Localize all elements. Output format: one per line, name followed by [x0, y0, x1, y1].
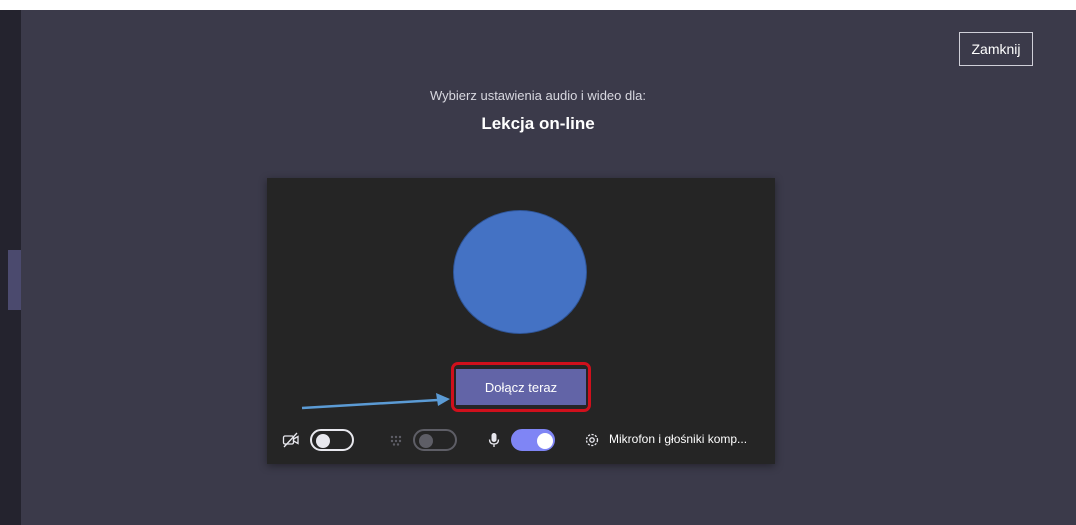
background-effects-icon	[390, 435, 402, 446]
camera-toggle[interactable]	[310, 429, 354, 451]
microphone-toggle-knob	[537, 433, 553, 449]
annotation-arrow-icon	[301, 393, 450, 410]
camera-toggle-knob	[316, 434, 330, 448]
audio-device-settings-link[interactable]: Mikrofon i głośniki komp...	[609, 432, 747, 446]
microphone-icon	[488, 433, 500, 447]
background-effects-toggle	[413, 429, 457, 451]
settings-subtitle: Wybierz ustawienia audio i wideo dla:	[430, 88, 646, 103]
meeting-title: Lekcja on-line	[481, 114, 595, 133]
gear-icon[interactable]	[583, 431, 601, 449]
left-rail-active-indicator	[8, 250, 21, 310]
camera-off-icon	[282, 432, 299, 448]
video-preview-card: Dołącz teraz	[267, 178, 775, 464]
close-button[interactable]: Zamknij	[959, 32, 1033, 66]
annotation-circle-shape	[453, 210, 587, 334]
background-toggle-knob	[419, 434, 433, 448]
join-now-button[interactable]: Dołącz teraz	[456, 369, 586, 405]
device-controls-bar: Mikrofon i głośniki komp...	[280, 428, 770, 452]
microphone-toggle[interactable]	[511, 429, 555, 451]
